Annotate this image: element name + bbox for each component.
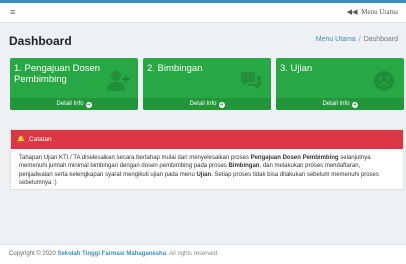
page-title: Dashboard (9, 34, 72, 48)
detail-info-label: Detail Info (322, 101, 350, 107)
card-footer-detail-info[interactable]: Detail Info ➜ (276, 98, 404, 110)
copyright-suffix: . All rights reserved. (166, 251, 219, 257)
alert-header: 🔔 Catatan (11, 130, 403, 149)
alert-emphasis: Bimbingan (228, 163, 260, 170)
card-title: 2. Bimbingan (147, 63, 202, 74)
menu-utama-link[interactable]: ◀◀ Menu Utama (347, 8, 398, 16)
arrow-right-circle-icon: ➜ (85, 102, 92, 108)
alert-text: Tahapan Ujian KTI / TA diselesaikan seca… (19, 155, 251, 161)
card-footer-detail-info[interactable]: Detail Info ➜ (143, 98, 271, 110)
breadcrumb-link-menu-utama[interactable]: Menu Utama (316, 36, 356, 43)
card-title-line1: 3. Ujian (280, 63, 313, 74)
user-plus-icon (107, 71, 130, 91)
hamburger-menu-icon[interactable]: ≡ (10, 7, 15, 17)
comments-icon (241, 72, 261, 90)
catatan-alert: 🔔 Catatan Tahapan Ujian KTI / TA diseles… (10, 129, 404, 190)
alert-emphasis: Ujian (196, 171, 212, 178)
alert-body: Tahapan Ujian KTI / TA diselesaikan seca… (11, 149, 403, 193)
menu-utama-label: Menu Utama (361, 8, 398, 16)
arrow-right-circle-icon: ➜ (351, 102, 358, 108)
card-title-line1: 1. Pengajuan Dosen (14, 63, 101, 74)
card-ujian[interactable]: 3. Ujian Detail Info ➜ (276, 58, 404, 110)
card-title-line1: 2. Bimbingan (147, 63, 203, 74)
arrow-right-circle-icon: ➜ (218, 102, 225, 108)
school-link[interactable]: Sekolah Tinggi Farmasi Mahaganesha (57, 251, 166, 257)
top-navbar: ≡ ◀◀ Menu Utama (0, 3, 406, 23)
frown-icon (374, 71, 394, 91)
card-bimbingan[interactable]: 2. Bimbingan Detail Info ➜ (143, 58, 271, 110)
breadcrumb-separator: / (358, 36, 361, 43)
breadcrumb: Menu Utama / Dashboard (316, 36, 398, 43)
detail-info-label: Detail Info (56, 101, 84, 107)
bell-icon: 🔔 (17, 136, 26, 143)
page-footer: Copyright © 2020 Sekolah Tinggi Farmasi … (0, 244, 406, 264)
card-title-line2: Pembimbing (14, 74, 67, 85)
card-title: 1. Pengajuan Dosen Pembimbing (14, 63, 100, 85)
copyright-text: Copyright © 2020 Sekolah Tinggi Farmasi … (9, 251, 219, 257)
breadcrumb-current: Dashboard (363, 36, 398, 43)
card-footer-detail-info[interactable]: Detail Info ➜ (10, 98, 138, 110)
alert-emphasis: Pengajuan Dosen Pembimbing (250, 155, 339, 161)
card-pengajuan-dosen-pembimbing[interactable]: 1. Pengajuan Dosen Pembimbing Detail Inf… (10, 58, 138, 110)
alert-title: Catatan (28, 136, 52, 143)
copyright-prefix: Copyright © 2020 (9, 251, 58, 257)
card-title: 3. Ujian (280, 63, 312, 74)
detail-info-label: Detail Info (189, 101, 217, 107)
double-arrow-left-icon: ◀◀ (346, 8, 358, 16)
